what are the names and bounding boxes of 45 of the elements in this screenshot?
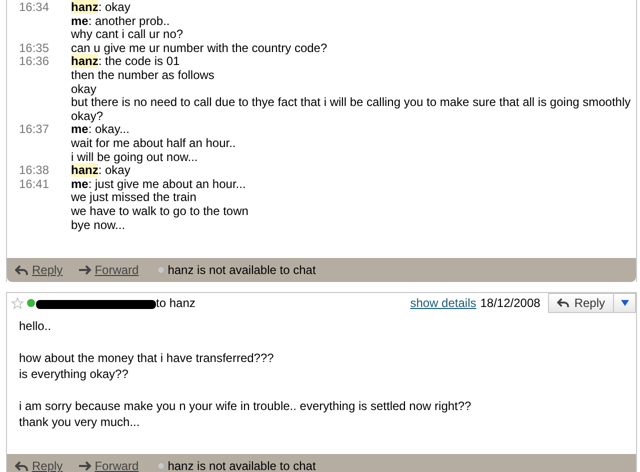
chat-time: 16:36 — [18, 55, 50, 69]
reply-icon — [557, 298, 570, 308]
chat-message: okay? — [71, 110, 104, 124]
recipient-text: to hanz — [156, 295, 196, 312]
chat-message: i will be going out now... — [71, 150, 198, 164]
arrow-icon — [78, 461, 92, 472]
reply-icon — [15, 460, 29, 472]
chat-message: me: just give me about an hour... — [71, 178, 246, 192]
chat-message: hanz: okay — [71, 164, 130, 178]
chat-status: hanz is not available to chat — [168, 262, 316, 280]
chat-message: but there is no need to call due to thye fact that i will be calling you to make sure that all is going smoothly — [71, 96, 631, 110]
message-text: thank you very much... — [19, 414, 141, 430]
reply-button[interactable]: Reply — [548, 293, 614, 314]
reply-icon — [15, 264, 29, 276]
chat-time: 16:38 — [18, 164, 50, 178]
chat-time: 16:35 — [18, 42, 50, 56]
forward-link[interactable]: Forward — [78, 261, 139, 280]
chat-message: we just missed the train — [71, 191, 196, 205]
chat-time: 16:34 — [18, 1, 50, 15]
chat-time: 16:37 — [18, 123, 50, 137]
message-text: how about the money that i have transferred??? — [19, 350, 275, 366]
chat-message: okay — [71, 82, 96, 96]
chat-message: bye now... — [71, 218, 126, 232]
star-icon[interactable] — [11, 296, 24, 310]
arrow-icon — [78, 265, 92, 276]
chat-time: 16:41 — [18, 178, 50, 192]
forward-link[interactable]: Forward — [78, 457, 139, 472]
dropdown-button[interactable] — [614, 293, 636, 314]
chat-message: wait for me about half an hour.. — [71, 136, 236, 151]
chat-message: me: another prob.. — [71, 14, 170, 28]
show-details-link[interactable]: show details — [410, 294, 476, 312]
message-text: hello.. — [19, 318, 52, 334]
message-date: 18/12/2008 — [480, 295, 540, 312]
chat-message: we have to walk to go to the town — [71, 204, 248, 218]
message-text: i am sorry because make you n your wife in trouble.. everything is settled now right?? — [19, 398, 472, 414]
chat-status: hanz is not available to chat — [168, 458, 316, 472]
chat-message: hanz: the code is 01 — [71, 55, 180, 69]
reply-link[interactable]: Reply — [15, 261, 63, 280]
message-text: is everything okay?? — [19, 366, 130, 382]
caret-icon — [620, 300, 628, 306]
chat-message: hanz: okay — [71, 1, 130, 15]
chat-message: can u give me ur number with the country code? — [71, 42, 328, 56]
chat-message: me: okay... — [71, 123, 130, 137]
chat-message: then the number as follows — [71, 68, 214, 83]
chat-message: why cant i call ur no? — [71, 28, 184, 42]
